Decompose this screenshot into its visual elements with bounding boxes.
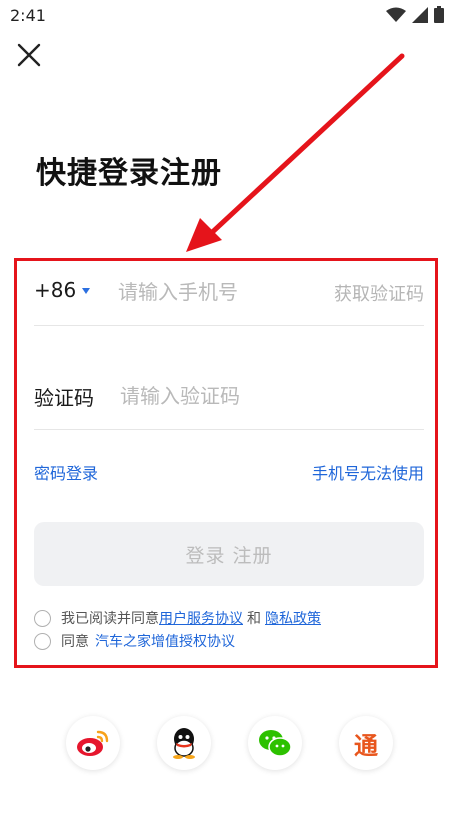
status-time: 2:41	[10, 6, 46, 25]
country-code-selector[interactable]: +86	[34, 278, 91, 302]
agreement-2-prefix: 同意	[61, 634, 89, 650]
value-added-authorization-link[interactable]: 汽车之家增值授权协议	[95, 631, 235, 651]
dropdown-triangle-icon	[82, 288, 91, 294]
weibo-icon	[77, 730, 109, 756]
password-login-link[interactable]: 密码登录	[34, 460, 98, 484]
agreement-row-2: 同意 汽车之家增值授权协议	[34, 630, 235, 652]
country-code-label: +86	[34, 278, 77, 302]
page-title: 快捷登录注册	[36, 156, 222, 191]
qq-login-button[interactable]	[157, 716, 211, 770]
agreement-1-radio[interactable]	[34, 609, 51, 627]
social-login-row: 通	[0, 716, 458, 770]
signal-icon	[412, 6, 428, 23]
wechat-icon	[259, 730, 292, 757]
phone-row: +86 获取验证码	[34, 270, 424, 326]
agreement-1-connector: 和	[247, 611, 261, 627]
agreement-row-1: 我已阅读并同意 用户服务协议 和 隐私政策	[34, 607, 321, 629]
weibo-login-button[interactable]	[66, 716, 120, 770]
code-row: 验证码	[34, 372, 424, 430]
login-register-button[interactable]: 登录 注册	[34, 522, 424, 586]
battery-icon	[434, 6, 444, 23]
link-row: 密码登录 手机号无法使用	[34, 460, 424, 484]
agreement-1-prefix: 我已阅读并同意	[61, 611, 159, 627]
user-service-agreement-link[interactable]: 用户服务协议	[159, 608, 243, 628]
code-label: 验证码	[34, 386, 94, 410]
qq-icon	[173, 728, 195, 759]
wechat-login-button[interactable]	[248, 716, 302, 770]
close-button[interactable]	[14, 40, 44, 70]
phone-input[interactable]	[118, 274, 308, 310]
phone-unavailable-link[interactable]: 手机号无法使用	[312, 460, 424, 484]
status-bar: 2:41	[0, 0, 458, 32]
close-icon	[17, 43, 41, 67]
tong-icon: 通	[354, 731, 378, 760]
status-icons	[386, 6, 444, 23]
tong-login-button[interactable]: 通	[339, 716, 393, 770]
privacy-policy-link[interactable]: 隐私政策	[265, 608, 321, 628]
wifi-icon	[386, 7, 406, 22]
agreement-2-radio[interactable]	[34, 632, 51, 650]
code-input[interactable]	[120, 378, 380, 414]
get-code-button[interactable]: 获取验证码	[334, 280, 424, 306]
